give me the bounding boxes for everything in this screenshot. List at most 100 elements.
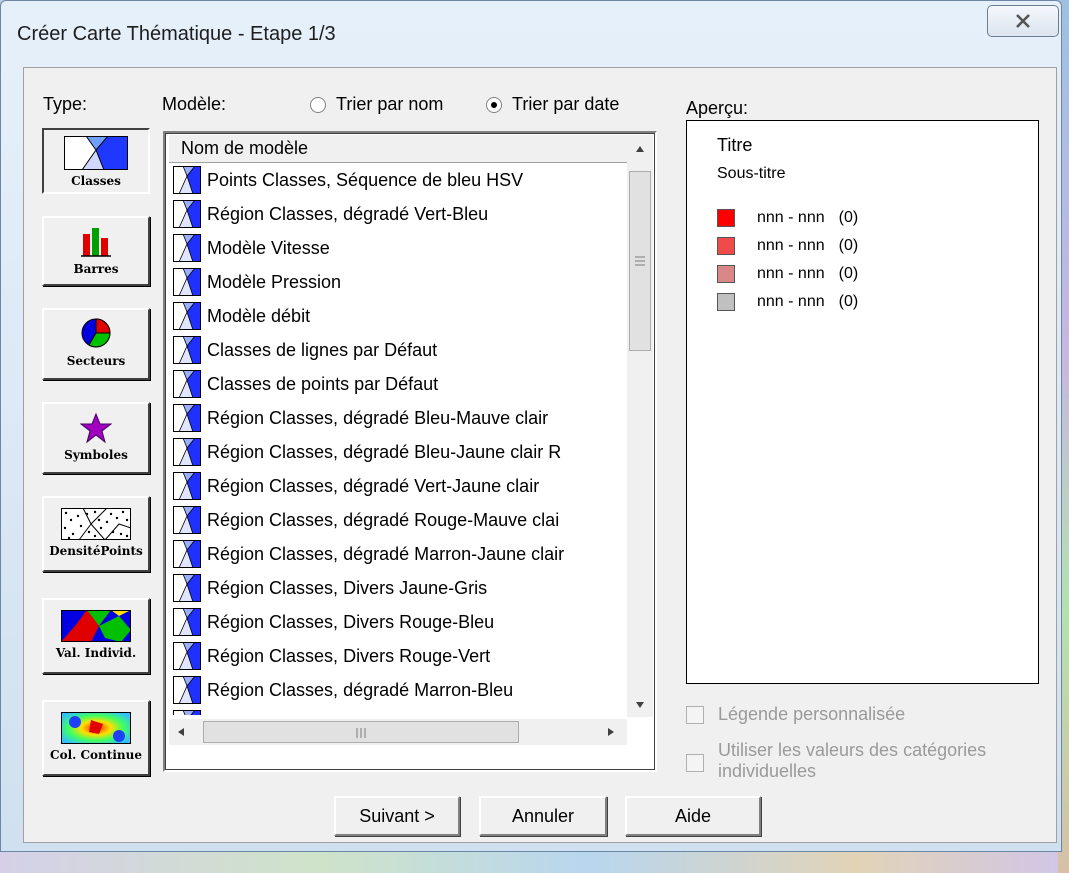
template-icon (173, 403, 201, 433)
list-item[interactable]: Région Classes, dégradé Marron-Bleu (169, 673, 625, 707)
legend-row: nnn - nnn (0) (717, 237, 858, 255)
type-button-dot-density[interactable]: DensitéPoints (42, 496, 150, 572)
list-item[interactable]: Région Classes, dégradé Bleu-Jaune clair… (169, 707, 625, 715)
template-icon (173, 471, 201, 501)
pie-chart-icon (81, 318, 111, 348)
scroll-up-icon[interactable] (635, 145, 645, 153)
type-button-individual-values[interactable]: Val. Individ. (42, 598, 150, 674)
list-item[interactable]: Région Classes, dégradé Bleu-Mauve clair (169, 401, 625, 435)
help-button[interactable]: Aide (625, 796, 761, 836)
use-category-values-checkbox[interactable]: Utiliser les valeurs des catégories indi… (686, 740, 1048, 782)
custom-legend-checkbox[interactable]: Légende personnalisée (686, 704, 905, 725)
list-item[interactable]: Modèle Vitesse (169, 231, 625, 265)
type-button-continuous-color[interactable]: Col. Continue (42, 700, 150, 776)
list-item[interactable]: Classes de points par Défaut (169, 367, 625, 401)
list-item-label: Région Classes, Divers Rouge-Vert (207, 645, 491, 666)
list-item-label: Région Classes, dégradé Bleu-Jaune clair… (207, 441, 562, 462)
template-icon (173, 709, 201, 715)
list-item-label: Région Classes, dégradé Marron-Jaune cla… (207, 543, 565, 564)
checkbox-box (686, 705, 704, 724)
list-item-label: Région Classes, dégradé Vert-Bleu (207, 203, 489, 224)
list-item[interactable]: Région Classes, dégradé Bleu-Jaune clair… (169, 435, 625, 469)
type-button-label: Secteurs (66, 354, 126, 368)
legend-count: (0) (838, 265, 859, 282)
type-button-symbols[interactable]: Symboles (42, 402, 150, 474)
list-item[interactable]: Région Classes, dégradé Vert-Jaune clair (169, 469, 625, 503)
next-button[interactable]: Suivant > (334, 796, 460, 836)
radio-circle-selected (486, 96, 502, 113)
type-button-label: Col. Continue (50, 748, 142, 762)
template-icon (173, 199, 201, 229)
legend-swatch (717, 293, 735, 311)
vertical-scrollbar[interactable] (627, 135, 653, 717)
scroll-down-icon[interactable] (635, 701, 645, 709)
template-icon (173, 573, 201, 603)
list-item[interactable]: Région Classes, dégradé Marron-Jaune cla… (169, 537, 625, 571)
list-item[interactable]: Région Classes, Divers Jaune-Gris (169, 571, 625, 605)
template-icon (173, 675, 201, 705)
scroll-right-icon[interactable] (607, 727, 615, 737)
list-item[interactable]: Région Classes, Divers Rouge-Vert (169, 639, 625, 673)
dialog-client-area: Type: Classes Barres Secteurs Symboles D… (23, 67, 1057, 843)
horizontal-scrollbar[interactable] (169, 719, 627, 745)
model-list[interactable]: Nom de modèle Points Classes, Séquence d… (163, 131, 657, 772)
legend-swatch (717, 209, 735, 227)
template-icon (173, 607, 201, 637)
grip-icon (356, 728, 366, 738)
sort-by-name-radio[interactable]: Trier par nom (310, 94, 443, 115)
template-icon (173, 335, 201, 365)
template-icon (173, 233, 201, 263)
cancel-button[interactable]: Annuler (479, 796, 607, 836)
horizontal-scroll-thumb[interactable] (203, 721, 519, 743)
legend-row: nnn - nnn (0) (717, 209, 858, 227)
legend-range: nnn - nnn (757, 265, 825, 282)
model-list-header[interactable]: Nom de modèle (169, 135, 627, 163)
custom-legend-label: Légende personnalisée (718, 704, 906, 724)
type-button-bars[interactable]: Barres (42, 216, 150, 286)
type-button-label: Classes (71, 174, 121, 188)
template-icon (173, 505, 201, 535)
preview-label: Aperçu: (686, 98, 749, 118)
list-item[interactable]: Modèle Pression (169, 265, 625, 299)
legend-range: nnn - nnn (757, 293, 825, 310)
sort-by-name-label: Trier par nom (336, 94, 444, 114)
list-item-label: Région Classes, Divers Jaune-Gris (207, 577, 488, 598)
sort-by-date-radio[interactable]: Trier par date (486, 94, 619, 115)
dialog-window: Créer Carte Thématique - Etape 1/3 Type:… (0, 0, 1062, 852)
template-icon (173, 369, 201, 399)
vertical-scroll-thumb[interactable] (629, 171, 651, 351)
list-item[interactable]: Modèle débit (169, 299, 625, 333)
close-button[interactable] (987, 5, 1059, 37)
window-title: Créer Carte Thématique - Etape 1/3 (17, 23, 336, 45)
list-item[interactable]: Points Classes, Séquence de bleu HSV (169, 163, 625, 197)
checkbox-box (686, 754, 704, 772)
list-item[interactable]: Région Classes, Divers Rouge-Bleu (169, 605, 625, 639)
type-button-label: DensitéPoints (49, 544, 143, 558)
type-button-sectors[interactable]: Secteurs (42, 308, 150, 380)
type-label: Type: (43, 94, 88, 114)
list-item[interactable]: Région Classes, dégradé Vert-Bleu (169, 197, 625, 231)
model-label: Modèle: (162, 94, 227, 114)
list-item-label: Région Classes, dégradé Rouge-Mauve clai (207, 509, 560, 530)
list-item[interactable]: Classes de lignes par Défaut (169, 333, 625, 367)
grip-icon (635, 256, 645, 266)
bar-chart-icon (81, 228, 111, 257)
type-button-label: Val. Individ. (55, 646, 137, 660)
scroll-left-icon[interactable] (177, 727, 185, 737)
list-item-label: Modèle débit (207, 305, 311, 326)
list-item-label: Modèle Pression (207, 271, 342, 292)
type-button-classes[interactable]: Classes (42, 128, 150, 194)
legend-count: (0) (838, 293, 859, 310)
template-icon (173, 539, 201, 569)
legend-count: (0) (838, 209, 859, 226)
legend-count: (0) (838, 237, 859, 254)
list-item-label: Classes de lignes par Défaut (207, 339, 438, 360)
classes-icon (64, 136, 128, 170)
template-icon (173, 437, 201, 467)
list-item-label: Modèle Vitesse (207, 237, 330, 258)
list-item[interactable]: Région Classes, dégradé Rouge-Mauve clai (169, 503, 625, 537)
list-item-label: Région Classes, dégradé Vert-Jaune clair (207, 475, 540, 496)
list-item-label: Région Classes, Divers Rouge-Bleu (207, 611, 495, 632)
legend-swatch (717, 265, 735, 283)
use-category-values-label: Utiliser les valeurs des catégories indi… (718, 740, 987, 781)
